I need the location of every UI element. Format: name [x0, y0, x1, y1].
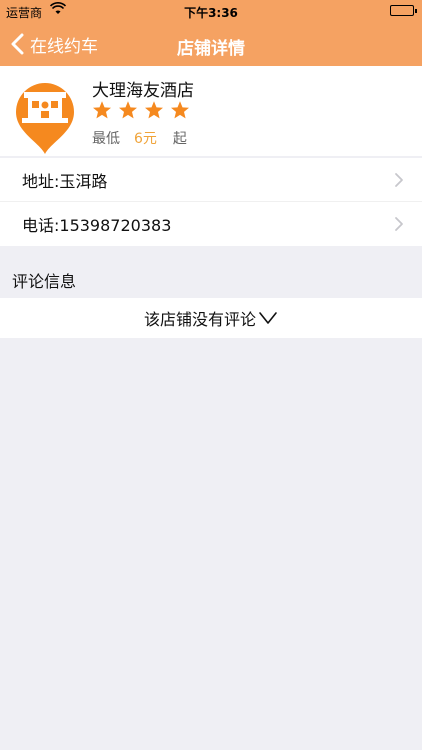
- status-bar: 运营商 下午3:36: [0, 0, 422, 22]
- page-title: 店铺详情: [177, 39, 245, 59]
- status-time: 下午3:36: [184, 6, 238, 20]
- no-comments-text: 该店铺没有评论: [143, 310, 256, 329]
- price-suffix: 起: [172, 131, 187, 147]
- price-prefix: 最低: [92, 131, 120, 147]
- star-icon: [93, 101, 111, 119]
- chevron-right-icon: [395, 173, 403, 187]
- shop-card: 大理海友酒店 最低 6元起: [0, 66, 422, 156]
- address-row[interactable]: 地址:玉洱路: [0, 158, 422, 202]
- star-icon: [171, 101, 189, 119]
- phone-text: 电话:15398720383: [22, 216, 172, 235]
- shop-name: 大理海友酒店: [92, 81, 194, 101]
- address-text: 地址:玉洱路: [22, 172, 108, 191]
- star-icon: [145, 101, 163, 119]
- rating-stars: [92, 100, 190, 120]
- chevron-right-icon: [395, 217, 403, 231]
- battery-icon: [390, 5, 417, 16]
- navigation-bar: 在线约车 店铺详情: [0, 22, 422, 66]
- price-value: 6元: [134, 131, 157, 147]
- chevron-down-icon: [259, 312, 277, 324]
- phone-row[interactable]: 电话:15398720383: [0, 202, 422, 246]
- price-info: 最低 6元起: [92, 128, 187, 148]
- comments-section-title: 评论信息: [12, 272, 77, 291]
- shop-location-icon: [16, 83, 74, 154]
- star-icon: [119, 101, 137, 119]
- comments-toggle[interactable]: 该店铺没有评论: [0, 298, 422, 338]
